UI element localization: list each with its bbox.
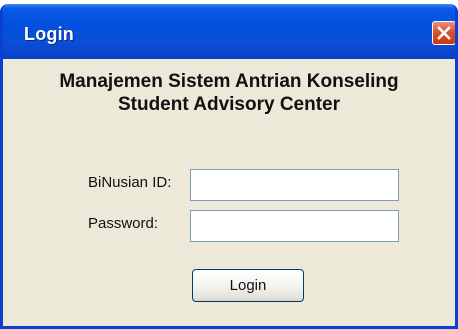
dialog-body: Manajemen Sistem Antrian Konseling Stude…: [3, 55, 455, 326]
binusian-id-input[interactable]: [190, 169, 399, 201]
binusian-id-label: BiNusian ID:: [88, 174, 172, 191]
title-bar[interactable]: Login: [3, 4, 455, 59]
window-title: Login: [24, 24, 74, 44]
app-heading: Manajemen Sistem Antrian Konseling Stude…: [3, 70, 455, 116]
heading-line-2: Student Advisory Center: [117, 94, 341, 115]
password-input[interactable]: [190, 210, 399, 242]
login-window: Login Manajemen Sistem Antrian Konseling…: [0, 4, 458, 329]
close-icon: [437, 26, 451, 40]
login-button[interactable]: Login: [192, 269, 304, 302]
close-button[interactable]: [432, 21, 455, 45]
password-label: Password:: [88, 215, 159, 232]
heading-line-1: Manajemen Sistem Antrian Konseling: [59, 71, 399, 92]
